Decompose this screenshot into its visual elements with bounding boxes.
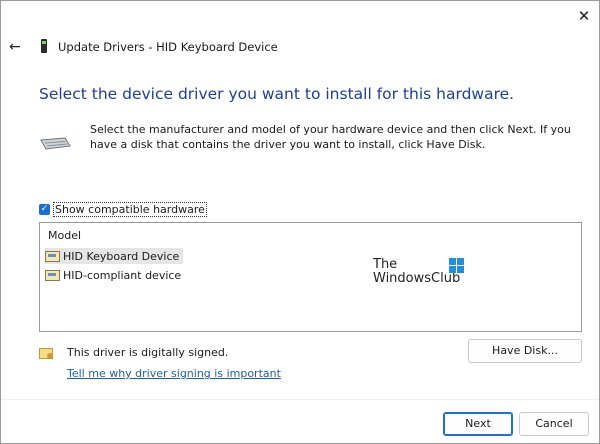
cancel-button[interactable]: Cancel (519, 412, 589, 436)
list-item-hid-keyboard-device[interactable]: HID Keyboard Device (45, 248, 184, 264)
footer-divider (1, 399, 599, 400)
driver-signing-status: This driver is digitally signed. (39, 346, 228, 359)
driver-signing-info-link[interactable]: Tell me why driver signing is important (67, 367, 281, 380)
show-compatible-label[interactable]: Show compatible hardware (53, 202, 207, 217)
next-button[interactable]: Next (443, 412, 513, 436)
back-arrow-icon: ← (9, 39, 21, 55)
close-button[interactable]: ✕ (570, 5, 598, 27)
list-item-label: HID-compliant device (63, 268, 182, 282)
list-item-hid-compliant-device[interactable]: HID-compliant device (45, 267, 181, 283)
watermark-logo-icon (449, 258, 464, 273)
back-button[interactable]: ← (9, 39, 25, 55)
device-icon (39, 39, 49, 55)
watermark-line-2: WindowsClub (373, 271, 461, 286)
device-driver-icon (45, 269, 60, 281)
checkmark-icon: ✓ (40, 204, 49, 214)
update-drivers-dialog: ✕ ← Update Drivers - HID Keyboard Device… (0, 0, 600, 444)
model-column-header: Model (48, 229, 82, 242)
have-disk-button[interactable]: Have Disk... (468, 339, 582, 363)
close-icon: ✕ (577, 7, 591, 25)
show-compatible-row: ✓ Show compatible hardware (39, 202, 207, 217)
signed-status-text: This driver is digitally signed. (67, 346, 229, 359)
keyboard-driver-icon (45, 250, 60, 262)
list-item-label: HID Keyboard Device (63, 249, 180, 263)
keyboard-icon (40, 137, 71, 150)
instructions-text: Select the manufacturer and model of you… (90, 123, 571, 151)
page-heading: Select the device driver you want to ins… (39, 85, 515, 103)
dialog-header: ← Update Drivers - HID Keyboard Device (9, 37, 278, 57)
model-list[interactable]: Model HID Keyboard Device HID-compliant … (39, 222, 582, 332)
watermark-line-1: The (373, 257, 398, 272)
certificate-icon (39, 347, 53, 359)
watermark: The WindowsClub (373, 258, 483, 286)
show-compatible-checkbox[interactable]: ✓ (39, 204, 50, 215)
dialog-title: Update Drivers - HID Keyboard Device (58, 40, 278, 54)
